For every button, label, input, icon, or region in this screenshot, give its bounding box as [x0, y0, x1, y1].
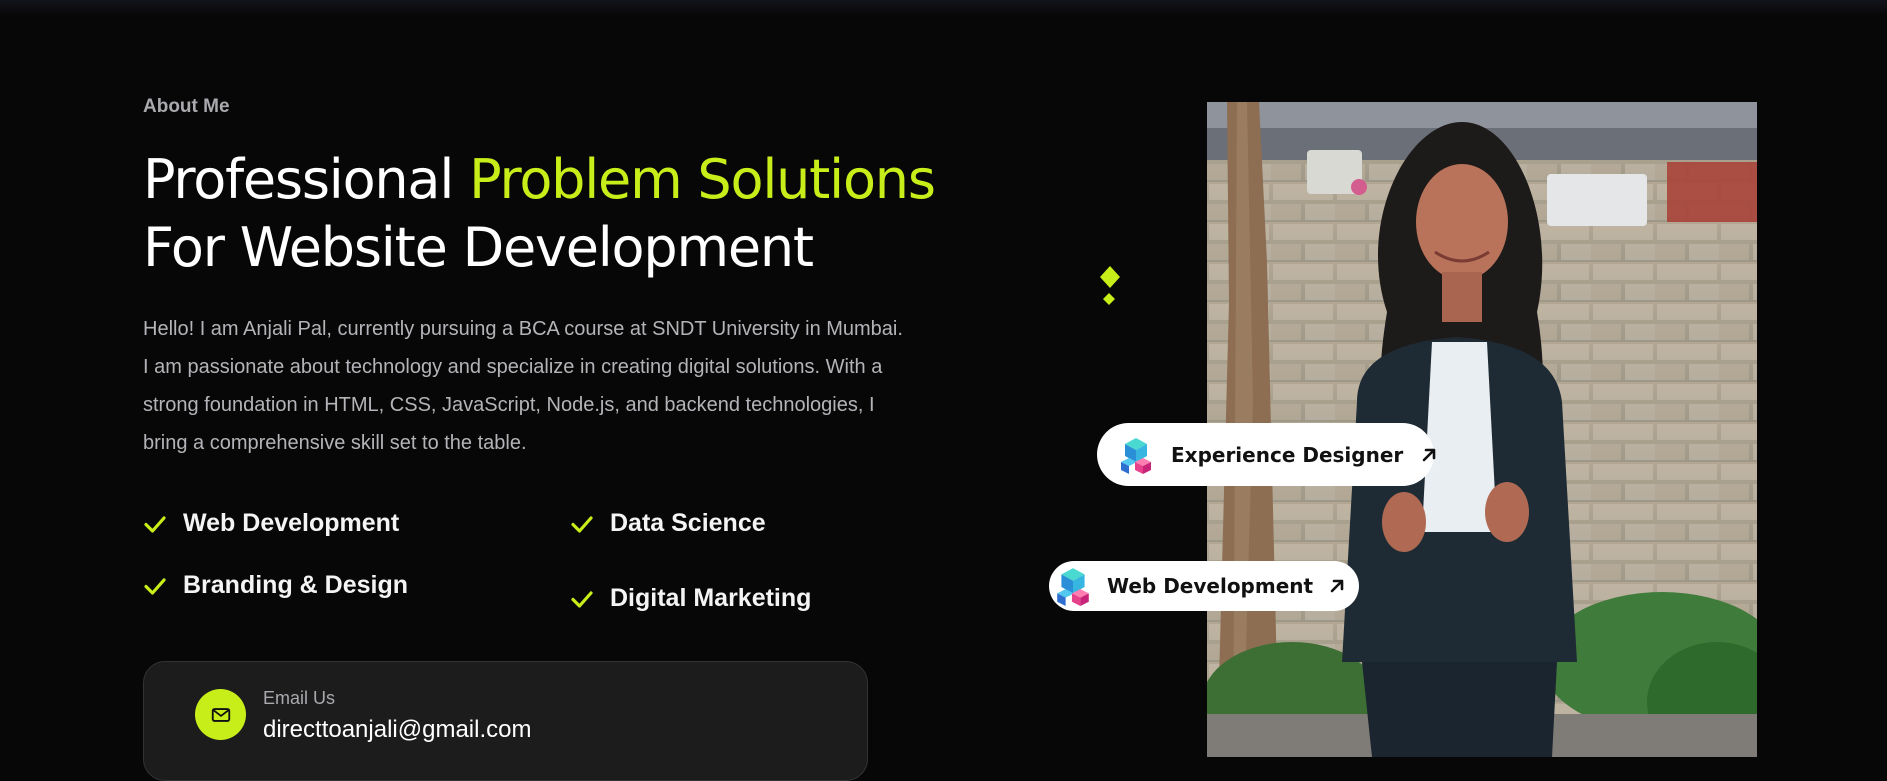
- badge-web-development[interactable]: Web Development: [1049, 561, 1359, 611]
- section-eyebrow: About Me: [143, 96, 230, 117]
- feature-label: Branding & Design: [183, 571, 409, 599]
- feature-branding-design: Branding & Design: [143, 571, 408, 600]
- cubes-icon: [1117, 436, 1155, 474]
- arrow-up-right-icon: [1327, 576, 1347, 596]
- email-link[interactable]: directtoanjali@gmail.com: [263, 716, 531, 744]
- check-icon: [143, 512, 167, 536]
- title-part-1: Professional: [143, 148, 470, 211]
- email-label: Email Us: [263, 688, 336, 708]
- email-card[interactable]: Email Us directtoanjali@gmail.com: [143, 661, 868, 781]
- feature-label: Digital Marketing: [610, 584, 812, 612]
- badge-label: Web Development: [1107, 574, 1314, 598]
- title-accent: Problem Solutions: [469, 148, 936, 211]
- bio-paragraph: Hello! I am Anjali Pal, currently pursui…: [143, 318, 903, 454]
- check-icon: [143, 574, 167, 598]
- feature-web-development: Web Development: [143, 509, 399, 538]
- sparkle-icon: [1096, 266, 1124, 313]
- mail-icon: [195, 689, 246, 740]
- feature-data-science: Data Science: [570, 509, 766, 538]
- check-icon: [570, 512, 594, 536]
- badge-experience-designer[interactable]: Experience Designer: [1097, 423, 1436, 486]
- badge-label: Experience Designer: [1171, 442, 1404, 467]
- cubes-icon: [1053, 566, 1093, 606]
- about-section: About Me Professional Problem Solutions …: [0, 0, 1887, 781]
- feature-label: Web Development: [183, 509, 400, 537]
- feature-digital-marketing: Digital Marketing: [570, 584, 811, 613]
- page-title: Professional Problem Solutions For Websi…: [143, 146, 1043, 282]
- arrow-up-right-icon: [1419, 445, 1439, 465]
- check-icon: [570, 587, 594, 611]
- title-line-2: For Website Development: [143, 216, 814, 279]
- feature-label: Data Science: [610, 509, 766, 537]
